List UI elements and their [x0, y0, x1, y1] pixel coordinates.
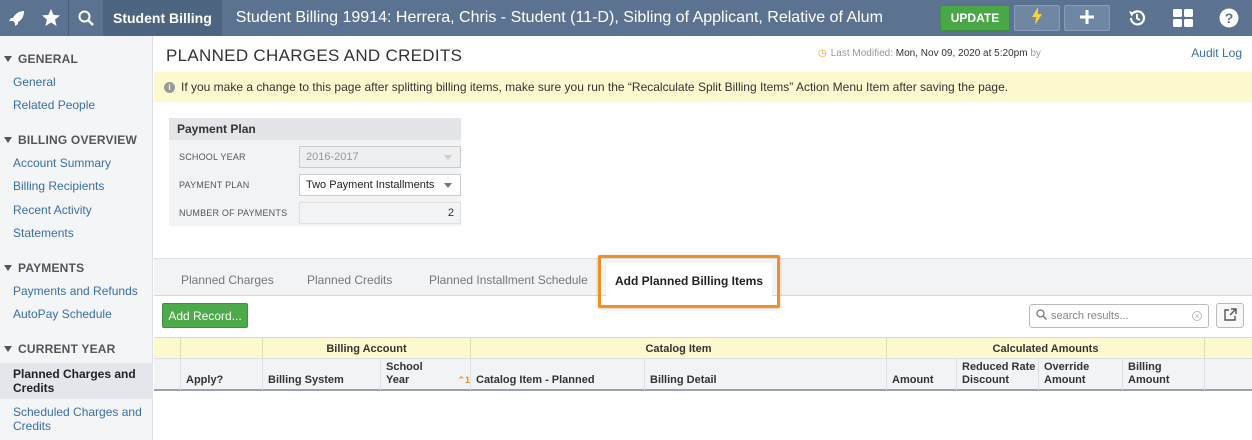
collapse-icon	[4, 137, 12, 143]
school-year-row: SCHOOL YEAR 2016-2017	[169, 146, 461, 168]
search-icon[interactable]	[69, 0, 103, 36]
sidebar-heading[interactable]: CURRENT YEAR	[0, 338, 153, 360]
table-group-header: Billing Account Catalog Item Calculated …	[154, 337, 1252, 359]
plus-icon	[1080, 8, 1094, 29]
group-header-calculated-amounts: Calculated Amounts	[886, 338, 1204, 359]
sidebar-item-account-summary[interactable]: Account Summary	[0, 156, 153, 170]
clear-icon[interactable]: ×	[1192, 311, 1202, 321]
column-billing-amount[interactable]: Billing Amount	[1122, 359, 1204, 390]
group-header-end	[1204, 338, 1252, 359]
tab-planned-charges[interactable]: Planned Charges	[181, 273, 274, 287]
record-title: Student Billing 19914: Herrera, Chris - …	[235, 9, 883, 26]
svg-text:?: ?	[1225, 10, 1234, 26]
payment-plan-panel: Payment Plan SCHOOL YEAR 2016-2017 PAYME…	[169, 118, 461, 226]
column-apply[interactable]: Apply?	[180, 359, 262, 390]
add-record-button[interactable]: Add Record...	[162, 303, 248, 328]
last-modified-value: Mon, Nov 09, 2020 at 5:20pm	[895, 48, 1028, 59]
sidebar-item-related-people[interactable]: Related People	[0, 98, 153, 112]
column-billing-detail[interactable]: Billing Detail	[644, 359, 886, 390]
clock-icon: ◷	[818, 48, 827, 59]
collapse-icon	[4, 56, 12, 62]
payment-plan-label: PAYMENT PLAN	[179, 180, 250, 190]
column-override-amount[interactable]: Override Amount	[1038, 359, 1122, 390]
help-icon[interactable]: ?	[1206, 0, 1252, 36]
sidebar-item-scheduled-charges[interactable]: Scheduled Charges and Credits	[0, 405, 153, 433]
sidebar-heading[interactable]: PAYMENTS	[0, 257, 153, 279]
sort-ascending-icon: ⌃1	[457, 375, 470, 385]
payment-plan-heading: Payment Plan	[169, 118, 461, 140]
info-icon: i	[164, 81, 175, 93]
sidebar-section-general: GENERAL General Related People	[0, 48, 153, 112]
collapse-icon	[4, 265, 12, 271]
sidebar-item-billing-recipients[interactable]: Billing Recipients	[0, 179, 153, 193]
column-catalog-item-planned[interactable]: Catalog Item - Planned	[470, 359, 644, 390]
sidebar-item-autopay-schedule[interactable]: AutoPay Schedule	[0, 307, 153, 321]
sidebar-item-planned-charges[interactable]: Planned Charges and Credits	[0, 363, 153, 399]
add-button[interactable]	[1064, 5, 1110, 31]
breadcrumb[interactable]: Student Billing	[103, 0, 222, 36]
action-menu-button[interactable]	[1014, 5, 1060, 31]
payment-plan-row: PAYMENT PLAN Two Payment Installments	[169, 174, 461, 196]
page-title: PLANNED CHARGES AND CREDITS	[166, 46, 463, 65]
payment-plan-select[interactable]: Two Payment Installments	[299, 174, 461, 196]
sidebar-item-general[interactable]: General	[0, 75, 153, 89]
group-header-billing-account: Billing Account	[262, 338, 470, 359]
info-banner: i If you make a change to this page afte…	[154, 72, 1252, 102]
history-icon[interactable]	[1114, 0, 1160, 36]
lightning-icon	[1031, 6, 1043, 30]
number-of-payments-label: NUMBER OF PAYMENTS	[179, 208, 288, 218]
grid-icon[interactable]	[1160, 0, 1206, 36]
sidebar-heading[interactable]: BILLING OVERVIEW	[0, 129, 153, 151]
search-icon	[1036, 309, 1048, 323]
chevron-down-icon	[444, 183, 452, 188]
number-of-payments-value: 2	[299, 202, 461, 224]
column-school-year[interactable]: School Year ⌃1	[380, 359, 470, 390]
sidebar-section-billing-overview: BILLING OVERVIEW Account Summary Billing…	[0, 129, 153, 240]
column-amount[interactable]: Amount	[886, 359, 956, 390]
search-input[interactable]	[1051, 310, 1191, 322]
table-column-header: Apply? Billing System School Year ⌃1 Cat…	[154, 358, 1252, 391]
highlight-box: Add Planned Billing Items	[598, 255, 780, 308]
tab-planned-credits[interactable]: Planned Credits	[307, 273, 392, 287]
audit-log-link[interactable]: Audit Log	[1191, 46, 1242, 60]
school-year-label: SCHOOL YEAR	[179, 152, 246, 162]
top-bar: Student Billing Student Billing 19914: H…	[0, 0, 1252, 36]
star-icon[interactable]	[34, 0, 68, 36]
popout-button[interactable]	[1216, 303, 1244, 328]
column-reduced-rate-discount[interactable]: Reduced Rate Discount	[956, 359, 1038, 390]
last-modified: ◷ Last Modified: Mon, Nov 09, 2020 at 5:2…	[818, 48, 1041, 59]
sidebar-heading[interactable]: GENERAL	[0, 48, 153, 70]
sidebar: GENERAL General Related People BILLING O…	[0, 36, 153, 440]
tab-planned-installment-schedule[interactable]: Planned Installment Schedule	[429, 273, 588, 287]
rocket-icon[interactable]	[0, 0, 34, 36]
search-box: ×	[1029, 304, 1209, 328]
tab-bar: Planned Charges Planned Credits Planned …	[154, 255, 1252, 308]
sidebar-item-statements[interactable]: Statements	[0, 226, 153, 240]
sidebar-item-payments-and-refunds[interactable]: Payments and Refunds	[0, 284, 153, 298]
external-link-icon	[1223, 307, 1237, 324]
main-content: PLANNED CHARGES AND CREDITS ◷ Last Modifi…	[154, 36, 1252, 440]
group-header-empty	[180, 338, 262, 359]
sidebar-section-current-year: CURRENT YEAR Planned Charges and Credits…	[0, 338, 153, 433]
school-year-select: 2016-2017	[299, 146, 461, 168]
banner-text: If you make a change to this page after …	[181, 80, 1009, 94]
tab-add-planned-billing-items[interactable]: Add Planned Billing Items	[606, 263, 772, 299]
chevron-down-icon	[444, 155, 452, 160]
column-billing-system[interactable]: Billing System	[262, 359, 380, 390]
sidebar-section-payments: PAYMENTS Payments and Refunds AutoPay Sc…	[0, 257, 153, 321]
sidebar-item-recent-activity[interactable]: Recent Activity	[0, 203, 153, 217]
update-button[interactable]: UPDATE	[940, 5, 1010, 31]
number-of-payments-row: NUMBER OF PAYMENTS 2	[169, 202, 461, 224]
column-end	[1204, 359, 1252, 390]
collapse-icon	[4, 346, 12, 352]
group-header-catalog-item: Catalog Item	[470, 338, 886, 359]
